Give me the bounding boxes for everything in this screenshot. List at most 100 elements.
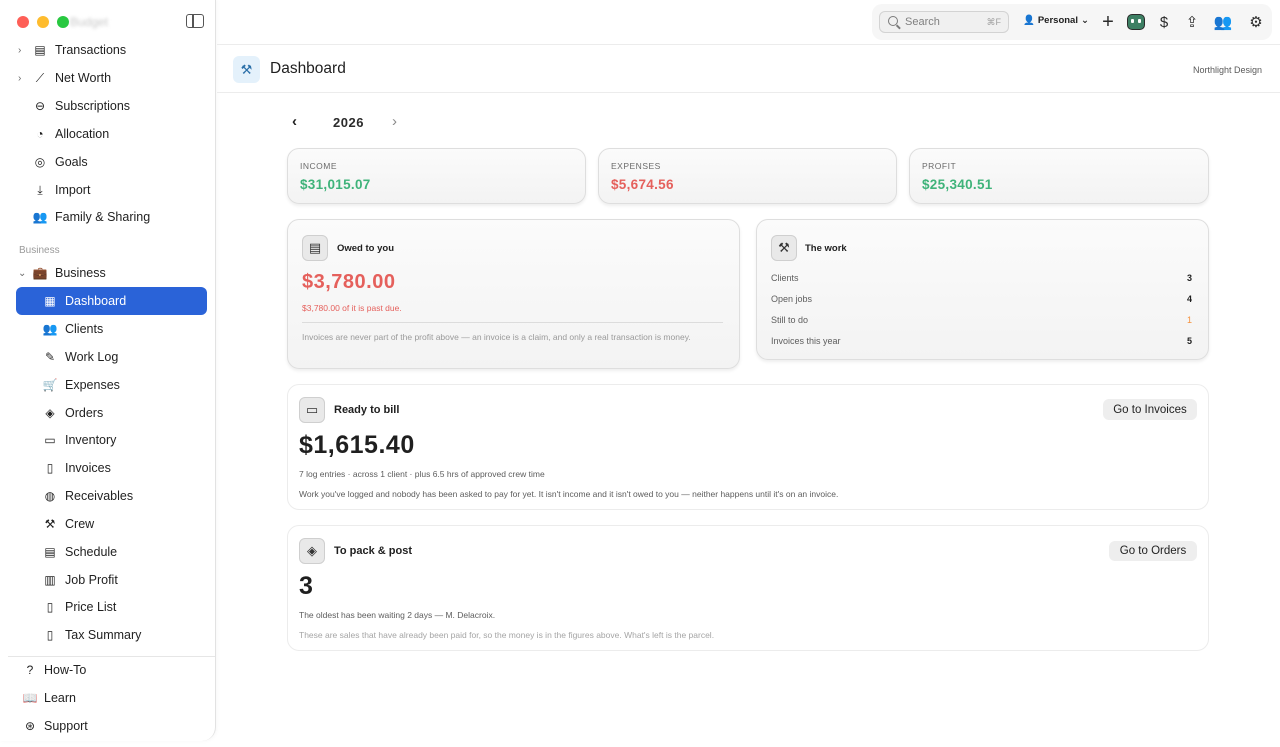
sidebar-item-expenses[interactable]: 🛒 Expenses (16, 371, 207, 399)
work-row-value: 4 (1186, 294, 1192, 304)
profile-label: Personal (1037, 15, 1078, 26)
sidebar-item-label: Net Worth (55, 71, 112, 85)
sidebar-item-allocation[interactable]: ◔ Allocation (16, 120, 207, 148)
income-card: INCOME $31,015.07 (287, 148, 586, 204)
sidebar-item-import[interactable]: ⤓ Import (16, 176, 207, 204)
sidebar-item-label: Expenses (65, 378, 120, 392)
import-icon: ⤓ (37, 182, 43, 197)
stat-label: PROFIT (922, 161, 957, 171)
search-shortcut: ⌘F (986, 16, 1002, 27)
grid-icon: ▦ (44, 294, 56, 308)
previous-year-button[interactable]: ‹ (292, 113, 297, 130)
work-row-open-jobs: Open jobs 4 (771, 294, 1192, 308)
sidebar-item-net-worth[interactable]: › ⟋ Net Worth (16, 64, 207, 92)
chart-line-icon: ⟋ (35, 70, 45, 85)
target-icon: ◎ (34, 155, 46, 169)
chevron-down-icon: ⌄ (1080, 15, 1089, 26)
sidebar-item-label: Allocation (55, 127, 110, 141)
zoom-window-button[interactable] (57, 16, 69, 28)
window-controls (17, 16, 69, 28)
card-title: To pack & post (334, 545, 413, 557)
cart-icon: 🛒 (42, 378, 58, 392)
people-icon: 👥 (32, 210, 48, 224)
receivables-icon: ◍ (44, 489, 56, 503)
chevron-down-icon[interactable]: ⌄ (18, 268, 26, 279)
archive-icon: ▭ (44, 433, 56, 447)
sidebar-item-label: Goals (55, 155, 88, 169)
stat-value: $5,674.56 (611, 177, 674, 192)
card-title: The work (805, 243, 847, 254)
sidebar-item-inventory[interactable]: ▭ Inventory (16, 426, 207, 454)
ready-to-bill-card: ▭ Ready to bill Go to Invoices $1,615.40… (287, 384, 1209, 510)
profile-selector[interactable]: 👤 Personal ⌄ (1023, 15, 1089, 26)
sidebar-item-price-list[interactable]: ▯ Price List (16, 593, 207, 621)
add-icon[interactable]: + (1098, 11, 1118, 33)
chevron-right-icon[interactable]: › (18, 45, 21, 56)
minimize-window-button[interactable] (37, 16, 49, 28)
list-doc-icon: ▯ (46, 600, 54, 614)
gear-icon[interactable]: ⚙ (1246, 12, 1266, 32)
sidebar-item-subscriptions[interactable]: ⊖ Subscriptions (16, 92, 207, 120)
edit-icon: ✎ (44, 350, 56, 364)
sidebar-item-label: Learn (44, 691, 76, 705)
work-row-value: 5 (1186, 336, 1192, 346)
work-row-label: Clients (771, 273, 799, 283)
sidebar-item-label: Dashboard (65, 294, 127, 308)
assistant-robot-icon[interactable] (1127, 14, 1145, 30)
inbox-icon: ▭ (299, 397, 325, 423)
pack-meta: The oldest has been waiting 2 days — M. … (299, 610, 496, 620)
sidebar-item-dashboard[interactable]: ▦ Dashboard (16, 287, 207, 315)
hammer-icon: ⚒ (771, 235, 797, 261)
calendar-icon: ▤ (44, 545, 56, 559)
go-to-orders-button[interactable]: Go to Orders (1109, 541, 1197, 561)
currency-icon[interactable]: $ (1154, 12, 1174, 32)
sidebar-item-label: Crew (65, 517, 95, 531)
sidebar-item-crew[interactable]: ⚒ Crew (16, 510, 207, 538)
next-year-button[interactable]: › (392, 113, 397, 130)
toolbar: Search ⌘F 👤 Personal ⌄ + $ ⇪ 👥 ⚙ (872, 4, 1272, 40)
sidebar-item-orders[interactable]: ◈ Orders (16, 399, 207, 427)
sidebar-item-work-log[interactable]: ✎ Work Log (16, 343, 207, 371)
sidebar-item-clients[interactable]: 👥 Clients (16, 315, 207, 343)
sidebar-item-job-profit[interactable]: ▥ Job Profit (16, 566, 207, 594)
ready-meta: 7 log entries · across 1 client · plus 6… (299, 469, 545, 479)
person-icon: 👤 (1023, 15, 1035, 26)
search-input[interactable]: Search ⌘F (879, 11, 1009, 33)
briefcase-icon: 💼 (32, 266, 48, 280)
work-row-value: 3 (1186, 273, 1192, 283)
tools-icon: ⚒ (233, 56, 260, 83)
sidebar-item-tax-summary[interactable]: ▯ Tax Summary (16, 621, 207, 649)
share-icon[interactable]: ⇪ (1182, 12, 1202, 32)
year-label: 2026 (333, 115, 364, 130)
people-icon[interactable]: 👥 (1213, 12, 1233, 32)
sidebar-item-support[interactable]: ⊛ Support (16, 712, 207, 740)
sidebar-item-goals[interactable]: ◎ Goals (16, 148, 207, 176)
sidebar-item-family-sharing[interactable]: 👥 Family & Sharing (16, 203, 207, 231)
work-card: ⚒ The work Clients 3 Open jobs 4 Still t… (756, 219, 1209, 360)
card-title: Owed to you (337, 243, 394, 254)
owed-card: ▤ Owed to you $3,780.00 $3,780.00 of it … (287, 219, 740, 369)
sidebar-item-how-to[interactable]: ? How-To (16, 656, 207, 684)
box-icon: ◈ (45, 406, 55, 420)
go-to-invoices-button[interactable]: Go to Invoices (1103, 399, 1197, 420)
sidebar-item-invoices[interactable]: ▯ Invoices (16, 454, 207, 482)
close-window-button[interactable] (17, 16, 29, 28)
sidebar-item-label: How-To (44, 663, 87, 677)
sidebar-item-transactions[interactable]: › ▤ Transactions (16, 36, 207, 64)
book-icon: 📖 (22, 691, 38, 705)
sidebar-toggle-icon[interactable] (186, 14, 204, 28)
sidebar-group-business[interactable]: ⌄ 💼 Business (16, 259, 207, 287)
sidebar-item-schedule[interactable]: ▤ Schedule (16, 538, 207, 566)
owed-amount: $3,780.00 (302, 271, 396, 293)
sidebar-item-receivables[interactable]: ◍ Receivables (16, 482, 207, 510)
people-icon: 👥 (42, 322, 58, 336)
past-due-text: $3,780.00 of it is past due. (302, 303, 402, 313)
box-icon: ◈ (299, 538, 325, 564)
subscriptions-icon: ⊖ (34, 99, 46, 113)
chevron-right-icon[interactable]: › (18, 73, 21, 84)
page-title: Dashboard (270, 60, 346, 77)
work-row-label: Still to do (771, 315, 809, 325)
sidebar-item-learn[interactable]: 📖 Learn (16, 684, 207, 712)
sidebar-item-label: Work Log (65, 350, 119, 364)
work-row-invoices: Invoices this year 5 (771, 336, 1192, 350)
